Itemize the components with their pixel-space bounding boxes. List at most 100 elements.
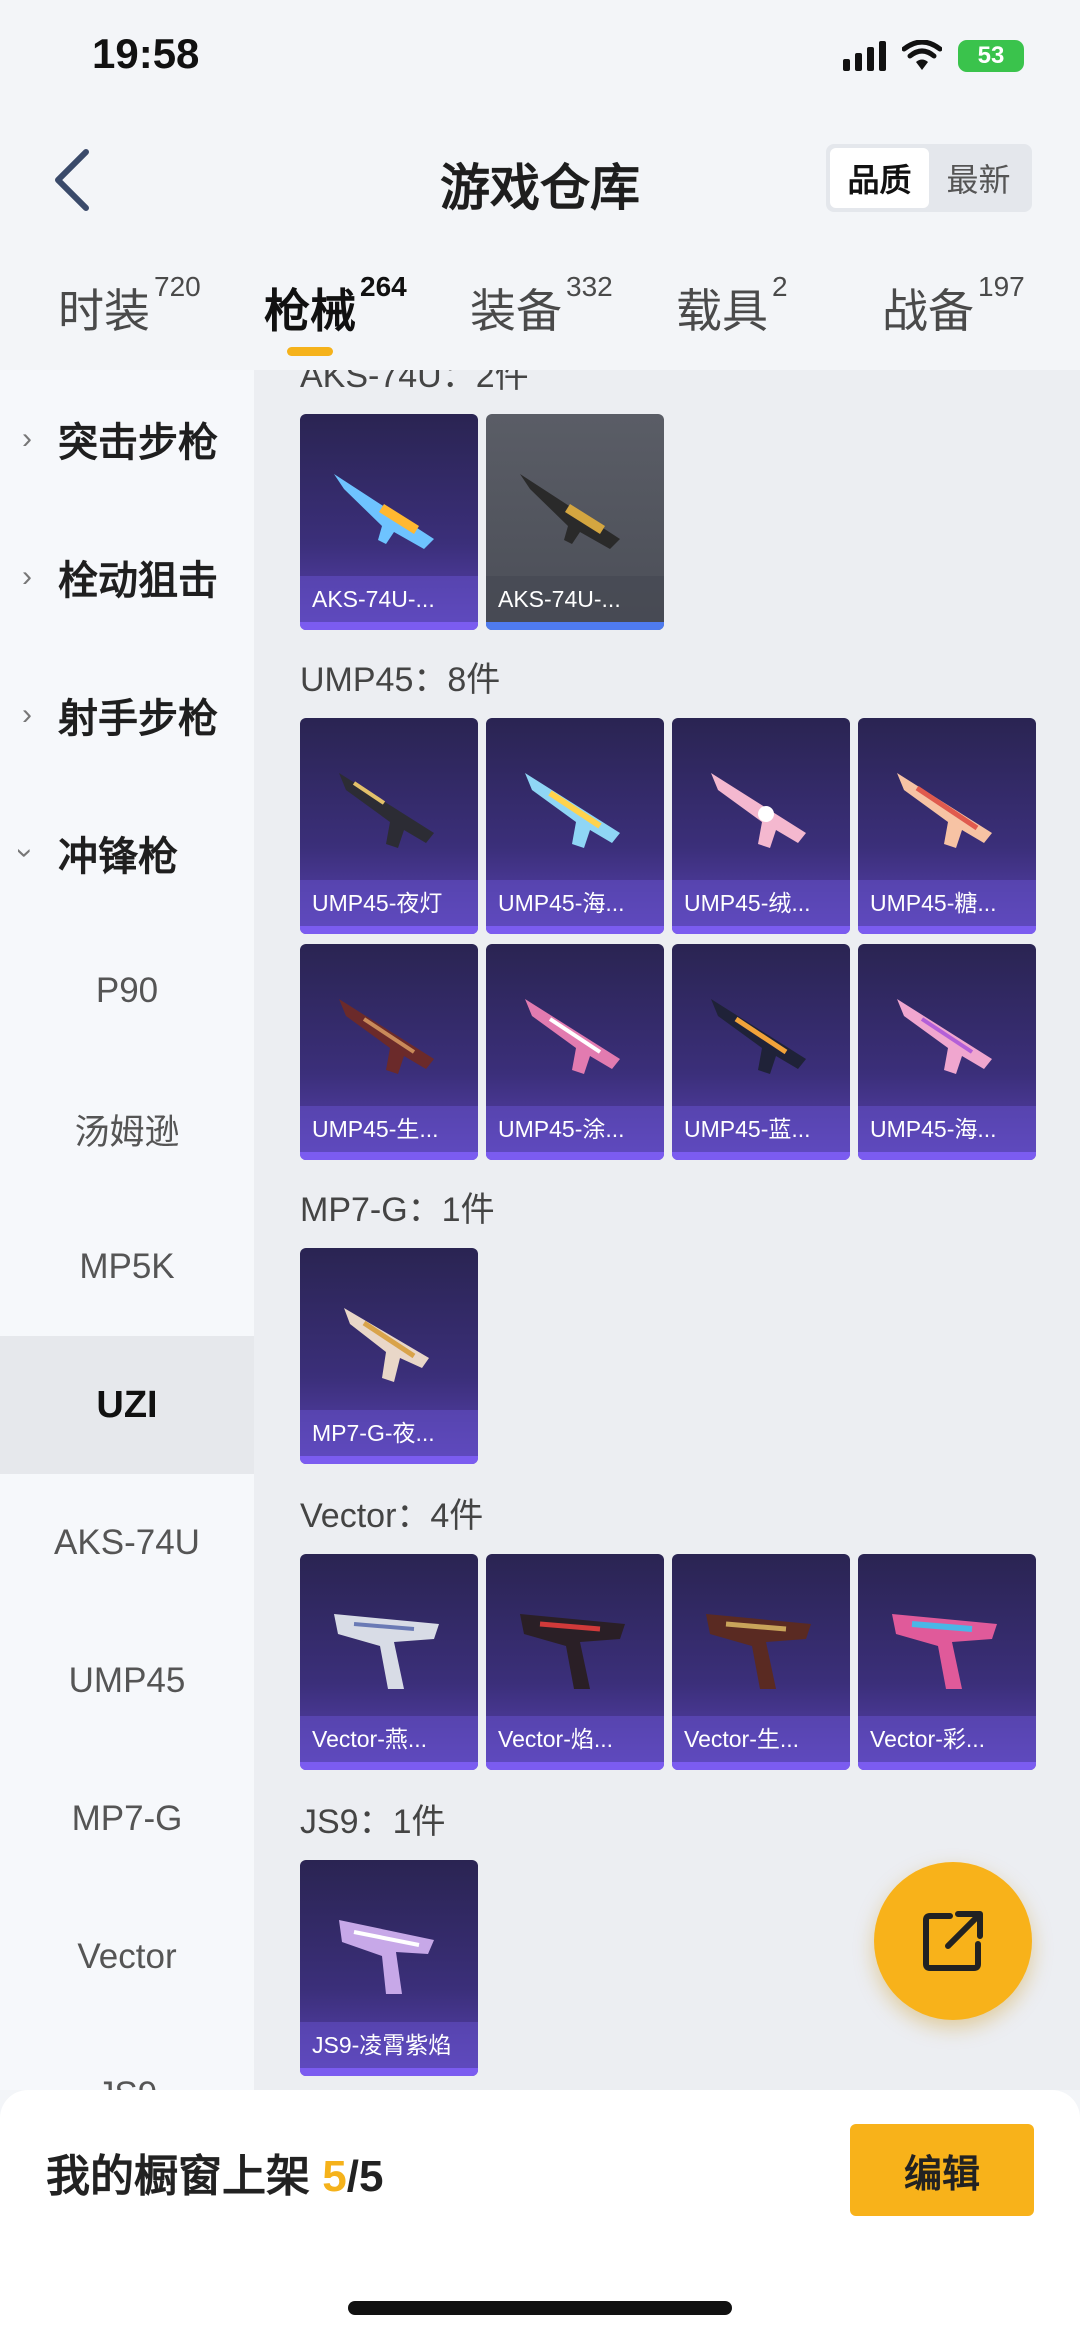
sidebar-item-vector[interactable]: Vector [0, 1888, 254, 2026]
chevron-right-icon: › [22, 698, 32, 731]
home-indicator [348, 2301, 732, 2315]
rarity-bar [672, 1762, 850, 1770]
rarity-bar [858, 1762, 1036, 1770]
sidebar-group-smg[interactable]: › 冲锋枪 [0, 784, 254, 922]
weapon-card[interactable]: AKS-74U-... [486, 414, 664, 630]
smg-icon [520, 1614, 625, 1689]
sidebar-item-p90[interactable]: P90 [0, 922, 254, 1060]
tab-vehicles[interactable]: 载具 2 [676, 271, 788, 341]
active-tab-indicator [287, 347, 333, 356]
sidebar-group-bolt-sniper[interactable]: › 栓动狙击 [0, 508, 254, 646]
rarity-bar [300, 1152, 478, 1160]
sidebar-item-thompson[interactable]: 汤姆逊 [0, 1060, 254, 1198]
weapon-card-label: Vector-燕... [300, 1716, 478, 1762]
smg-icon [525, 773, 620, 848]
sidebar-item-mp5k[interactable]: MP5K [0, 1198, 254, 1336]
rarity-bar [300, 1456, 478, 1464]
status-bar: 19:58 53 [0, 0, 1080, 120]
weapon-card-label: UMP45-蓝... [672, 1106, 850, 1152]
weapon-card[interactable]: AKS-74U-... [300, 414, 478, 630]
showcase-bar: 我的橱窗上架 5/5 编辑 [0, 2090, 1080, 2339]
sidebar-item-js9[interactable]: JS9 [0, 2026, 254, 2090]
weapon-grid: AKS-74U：2件 AKS-74U-... AKS-74U-... UMP45… [254, 370, 1080, 2090]
rarity-bar [300, 926, 478, 934]
tab-label: 时装 [58, 285, 150, 337]
tab-supplies[interactable]: 战备 197 [882, 271, 1025, 341]
weapon-card[interactable]: Vector-彩... [858, 1554, 1036, 1770]
tab-count: 2 [772, 271, 788, 302]
weapon-card-label: UMP45-涂... [486, 1106, 664, 1152]
weapon-card[interactable]: MP7-G-夜... [300, 1248, 478, 1464]
smg-icon [711, 999, 806, 1074]
rarity-bar [672, 926, 850, 934]
sort-quality-button[interactable]: 品质 [830, 148, 929, 208]
weapon-card[interactable]: JS9-凌霄紫焰 [300, 1860, 478, 2076]
smg-icon [344, 1308, 429, 1382]
weapon-card-label: MP7-G-夜... [300, 1410, 478, 1456]
weapon-card-label: Vector-彩... [858, 1716, 1036, 1762]
rarity-bar [300, 622, 478, 630]
weapon-card[interactable]: Vector-焰... [486, 1554, 664, 1770]
rarity-bar [858, 926, 1036, 934]
weapon-card-label: UMP45-糖... [858, 880, 1036, 926]
section-title: AKS-74U：2件 [300, 370, 529, 395]
tab-equipment[interactable]: 装备 332 [470, 271, 613, 341]
sort-toggle: 品质 最新 [826, 144, 1032, 212]
sort-newest-button[interactable]: 最新 [929, 148, 1028, 208]
tab-fashion[interactable]: 时装 720 [58, 271, 201, 341]
tab-count: 197 [978, 271, 1025, 302]
sidebar-group-marksman-rifle[interactable]: › 射手步枪 [0, 646, 254, 784]
sidebar-group-label: 栓动狙击 [58, 559, 218, 603]
rifle-icon [334, 474, 434, 549]
header: 游戏仓库 品质 最新 [0, 120, 1080, 240]
smg-icon [897, 999, 992, 1074]
sidebar-item-aks74u[interactable]: AKS-74U [0, 1474, 254, 1612]
edit-button[interactable]: 编辑 [850, 2124, 1034, 2216]
rarity-bar [300, 2068, 478, 2076]
weapon-card[interactable]: UMP45-海... [858, 944, 1036, 1160]
weapon-card[interactable]: UMP45-绒... [672, 718, 850, 934]
tab-label: 载具 [676, 285, 768, 337]
section-title: JS9：1件 [300, 1803, 446, 1841]
rifle-icon [520, 474, 620, 549]
sidebar-group-assault-rifle[interactable]: › 突击步枪 [0, 370, 254, 508]
section-title: UMP45：8件 [300, 661, 501, 699]
weapon-card[interactable]: UMP45-蓝... [672, 944, 850, 1160]
weapon-card-label: UMP45-海... [858, 1106, 1036, 1152]
showcase-label: 我的橱窗上架 [46, 2152, 323, 2201]
signal-icon [843, 41, 886, 71]
rarity-bar [486, 926, 664, 934]
wifi-icon [902, 40, 942, 70]
smg-icon [897, 773, 992, 848]
battery-icon: 53 [958, 40, 1024, 72]
chevron-right-icon: › [22, 422, 32, 455]
tab-firearms[interactable]: 枪械 264 [264, 271, 407, 341]
rarity-bar [486, 1762, 664, 1770]
sidebar-item-ump45[interactable]: UMP45 [0, 1612, 254, 1750]
showcase-count: 5 [322, 2152, 347, 2201]
weapon-card[interactable]: Vector-生... [672, 1554, 850, 1770]
tab-label: 装备 [470, 285, 562, 337]
weapon-card[interactable]: UMP45-海... [486, 718, 664, 934]
smg-icon [525, 999, 620, 1074]
section-title: MP7-G：1件 [300, 1191, 495, 1229]
rarity-bar [672, 1152, 850, 1160]
sidebar-group-label: 射手步枪 [58, 697, 218, 741]
showcase-total: /5 [346, 2152, 384, 2201]
chevron-right-icon: › [22, 560, 32, 593]
weapon-card[interactable]: UMP45-糖... [858, 718, 1036, 934]
share-button[interactable] [874, 1862, 1032, 2020]
sidebar-item-uzi[interactable]: UZI [0, 1336, 254, 1474]
status-icons: 53 [843, 40, 1024, 72]
tab-count: 264 [360, 271, 407, 302]
rarity-bar [486, 1152, 664, 1160]
weapon-card[interactable]: UMP45-生... [300, 944, 478, 1160]
weapon-card[interactable]: UMP45-夜灯 [300, 718, 478, 934]
weapon-card-label: JS9-凌霄紫焰 [300, 2022, 478, 2068]
weapon-card[interactable]: UMP45-涂... [486, 944, 664, 1160]
sidebar-item-mp7g[interactable]: MP7-G [0, 1750, 254, 1888]
category-tabs: 时装 720 枪械 264 装备 332 载具 2 战备 197 [0, 255, 1080, 365]
rarity-bar [858, 1152, 1036, 1160]
weapon-card[interactable]: Vector-燕... [300, 1554, 478, 1770]
sidebar-group-label: 突击步枪 [58, 421, 218, 465]
